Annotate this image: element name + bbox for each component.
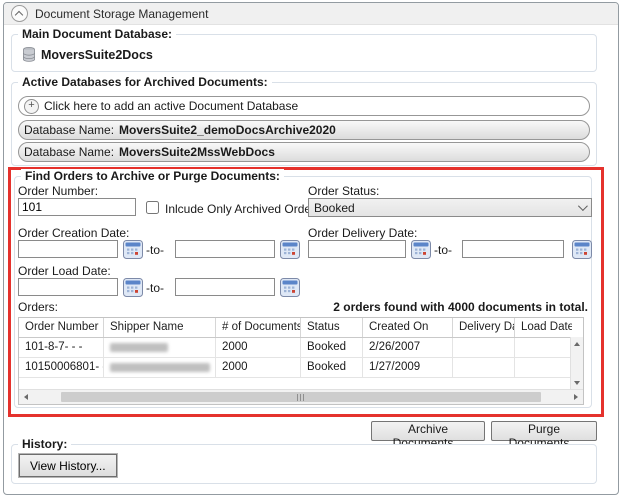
load-date-to-input[interactable] <box>175 278 275 296</box>
active-databases-group: Active Databases for Archived Documents:… <box>11 82 597 166</box>
find-orders-highlight-box: Find Orders to Archive or Purge Document… <box>8 167 604 417</box>
delivery-date-to-calendar-button[interactable] <box>571 240 592 259</box>
purge-documents-button[interactable]: Purge Documents... <box>491 421 597 441</box>
history-group: History: View History... <box>11 444 597 484</box>
column-header-documents[interactable]: # of Documents <box>216 318 301 337</box>
document-storage-management-panel: Document Storage Management Main Documen… <box>3 2 619 495</box>
calendar-icon <box>411 240 431 259</box>
panel-header: Document Storage Management <box>4 3 618 25</box>
table-row[interactable]: 10150006801- - - 2000 Booked 1/27/2009 <box>19 358 583 378</box>
creation-date-to-calendar-button[interactable] <box>279 240 300 259</box>
load-date-from-calendar-button[interactable] <box>122 278 143 297</box>
calendar-icon <box>123 240 143 259</box>
add-database-button[interactable]: + Click here to add an active Document D… <box>18 96 590 116</box>
database-list-item[interactable]: Database Name: MoversSuite2_demoDocsArch… <box>18 120 590 140</box>
panel-title: Document Storage Management <box>35 7 208 21</box>
cell-order-number: 101-8-7- - - <box>19 338 104 357</box>
collapse-chevron-icon[interactable] <box>11 5 28 22</box>
delivery-date-from-calendar-button[interactable] <box>410 240 431 259</box>
cell-status: Booked <box>301 338 363 357</box>
scroll-down-icon[interactable] <box>571 376 583 389</box>
column-header-status[interactable]: Status <box>301 318 363 337</box>
column-header-delivery-date[interactable]: Delivery Date <box>453 318 515 337</box>
database-list-item[interactable]: Database Name: MoversSuite2MssWebDocs <box>18 142 590 162</box>
delivery-date-label: Order Delivery Date: <box>308 226 417 240</box>
redacted-text <box>110 343 168 352</box>
cell-status: Booked <box>301 358 363 377</box>
plus-icon: + <box>24 99 39 114</box>
to-separator: -to- <box>146 281 164 295</box>
history-label: History: <box>18 437 71 451</box>
cell-documents: 2000 <box>216 338 301 357</box>
load-date-to-calendar-button[interactable] <box>279 278 300 297</box>
view-history-button[interactable]: View History... <box>19 454 117 477</box>
find-orders-label: Find Orders to Archive or Purge Document… <box>21 169 284 183</box>
cell-delivery-date <box>453 338 515 357</box>
database-icon <box>22 47 36 62</box>
calendar-icon <box>572 240 592 259</box>
cell-shipper-name <box>104 358 216 377</box>
column-header-load-date[interactable]: Load Date <box>515 318 572 337</box>
cell-shipper-name <box>104 338 216 357</box>
scrollbar-grip-icon <box>297 394 305 401</box>
to-separator: -to- <box>146 243 164 257</box>
creation-date-from-input[interactable] <box>18 240 118 258</box>
db-item-name: MoversSuite2MssWebDocs <box>119 145 275 159</box>
delivery-date-to-input[interactable] <box>462 240 564 258</box>
redacted-text <box>110 363 210 372</box>
order-number-label: Order Number: <box>18 184 98 198</box>
delivery-date-from-input[interactable] <box>308 240 406 258</box>
orders-label: Orders: <box>18 300 58 314</box>
orders-table-header: Order Number Shipper Name # of Documents… <box>19 318 583 338</box>
find-orders-group: Find Orders to Archive or Purge Document… <box>14 176 592 408</box>
scroll-up-icon[interactable] <box>571 337 583 350</box>
main-db-label: Main Document Database: <box>18 27 176 41</box>
cell-created-on: 2/26/2007 <box>363 338 453 357</box>
calendar-icon <box>123 278 143 297</box>
column-header-shipper-name[interactable]: Shipper Name <box>104 318 216 337</box>
db-item-prefix: Database Name: <box>24 145 114 159</box>
horizontal-scrollbar-thumb[interactable] <box>61 392 541 402</box>
db-item-prefix: Database Name: <box>24 123 114 137</box>
cell-load-date <box>515 358 572 377</box>
main-document-database-group: Main Document Database: MoversSuite2Docs <box>11 34 597 72</box>
to-separator: -to- <box>434 243 452 257</box>
orders-table: Order Number Shipper Name # of Documents… <box>18 317 584 405</box>
include-archived-checkbox[interactable] <box>146 201 159 214</box>
main-db-row: MoversSuite2Docs <box>22 47 153 62</box>
cell-created-on: 1/27/2009 <box>363 358 453 377</box>
column-header-order-number[interactable]: Order Number <box>19 318 104 337</box>
scroll-left-icon[interactable] <box>19 390 33 404</box>
order-status-value: Booked <box>314 201 355 215</box>
order-status-label: Order Status: <box>308 184 379 198</box>
table-row[interactable]: 101-8-7- - - 2000 Booked 2/26/2007 <box>19 338 583 358</box>
horizontal-scrollbar[interactable] <box>19 389 583 404</box>
cell-documents: 2000 <box>216 358 301 377</box>
cell-order-number: 10150006801- - - <box>19 358 104 377</box>
vertical-scrollbar[interactable] <box>570 337 583 389</box>
main-db-name: MoversSuite2Docs <box>41 48 153 62</box>
calendar-icon <box>280 278 300 297</box>
add-database-label: Click here to add an active Document Dat… <box>44 99 298 113</box>
load-date-label: Order Load Date: <box>18 264 111 278</box>
order-status-dropdown[interactable]: Booked <box>308 198 592 217</box>
cell-delivery-date <box>453 358 515 377</box>
archive-documents-button[interactable]: Archive Documents... <box>371 421 485 441</box>
include-archived-label: Inlcude Only Archived Orders <box>165 202 321 216</box>
active-dbs-label: Active Databases for Archived Documents: <box>18 75 272 89</box>
column-header-created-on[interactable]: Created On <box>363 318 453 337</box>
scroll-right-icon[interactable] <box>569 390 583 404</box>
load-date-from-input[interactable] <box>18 278 118 296</box>
creation-date-label: Order Creation Date: <box>18 226 129 240</box>
calendar-icon <box>280 240 300 259</box>
db-item-name: MoversSuite2_demoDocsArchive2020 <box>119 123 336 137</box>
orders-summary: 2 orders found with 4000 documents in to… <box>333 300 588 314</box>
cell-load-date <box>515 338 572 357</box>
creation-date-to-input[interactable] <box>175 240 275 258</box>
chevron-down-icon <box>578 201 588 211</box>
creation-date-from-calendar-button[interactable] <box>122 240 143 259</box>
order-number-input[interactable] <box>18 198 136 216</box>
